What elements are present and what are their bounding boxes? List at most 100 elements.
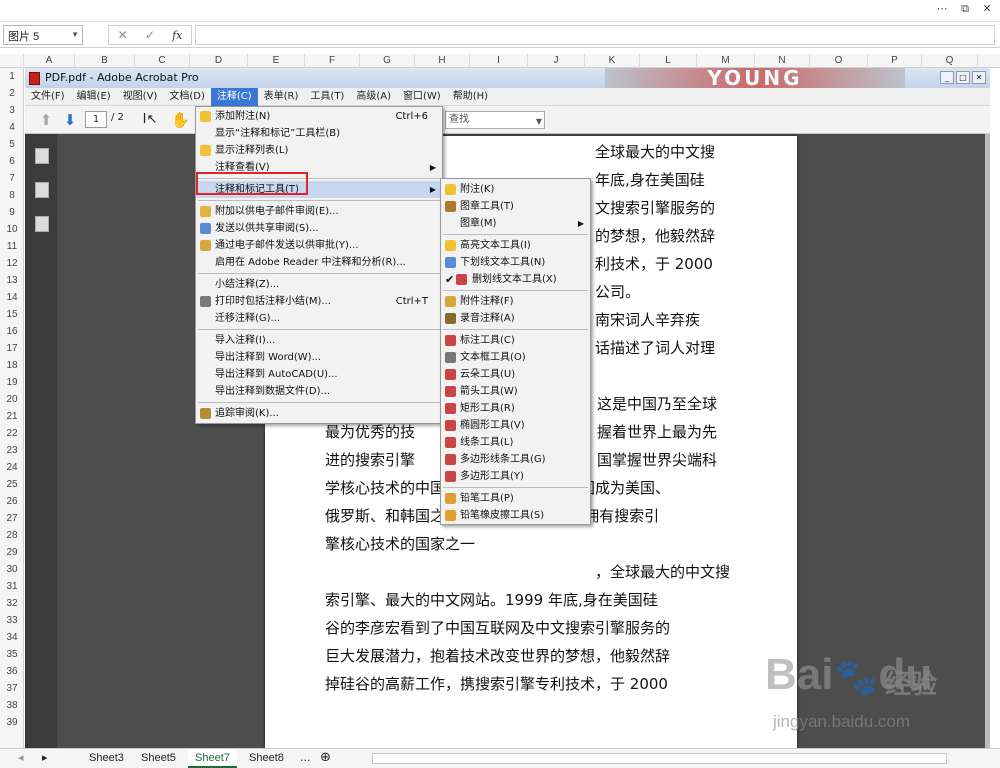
menu-item[interactable]: 帮助(H) — [447, 88, 494, 106]
menu-item[interactable]: 高级(A) — [350, 88, 397, 106]
restore-icon[interactable]: ⧉ — [958, 2, 972, 16]
name-box[interactable]: 图片 5 ▼ — [3, 25, 83, 45]
horizontal-scrollbar[interactable] — [372, 753, 947, 764]
menu-item[interactable]: 文档(D) — [163, 88, 211, 106]
select-tool-icon[interactable]: I↖ — [141, 111, 159, 129]
row-header[interactable]: 29 — [0, 544, 24, 561]
row-header[interactable]: 4 — [0, 119, 24, 136]
markup-tool-item[interactable]: 多边形工具(Y) — [441, 468, 590, 485]
comment-menu-item[interactable]: 附加以供电子邮件审阅(E)... — [196, 203, 442, 220]
comment-menu-item[interactable]: 显示注释列表(L) — [196, 142, 442, 159]
menu-item[interactable]: 视图(V) — [117, 88, 164, 106]
find-input[interactable]: 查找 ▼ — [445, 111, 545, 129]
row-header[interactable]: 35 — [0, 646, 24, 663]
row-header[interactable]: 1 — [0, 68, 24, 85]
column-header[interactable]: C — [135, 54, 190, 68]
markup-tool-item[interactable]: 云朵工具(U) — [441, 366, 590, 383]
markup-tool-item[interactable]: 标注工具(C) — [441, 332, 590, 349]
markup-tool-item[interactable]: 下划线文本工具(N) — [441, 254, 590, 271]
markup-tool-item[interactable]: 铅笔工具(P) — [441, 490, 590, 507]
markup-tool-item[interactable]: 铅笔橡皮擦工具(S) — [441, 507, 590, 524]
row-header[interactable]: 14 — [0, 289, 24, 306]
row-header[interactable]: 27 — [0, 510, 24, 527]
sheet-tab[interactable]: Sheet5 — [134, 749, 183, 768]
markup-tool-item[interactable]: ✔ 删划线文本工具(X) — [441, 271, 590, 288]
column-header[interactable]: H — [415, 54, 470, 68]
page-number-input[interactable]: 1 — [85, 111, 107, 128]
bookmarks-icon[interactable] — [35, 182, 49, 198]
row-header[interactable]: 10 — [0, 221, 24, 238]
comment-menu-item[interactable]: 导出注释到数据文件(D)... — [196, 383, 442, 400]
comment-menu-item[interactable]: 导入注释(I)... — [196, 332, 442, 349]
next-sheet-icon[interactable]: ▸ — [42, 751, 48, 764]
row-header[interactable]: 19 — [0, 374, 24, 391]
markup-tool-item[interactable]: 箭头工具(W) — [441, 383, 590, 400]
select-all-corner[interactable] — [0, 54, 24, 68]
column-header[interactable]: E — [248, 54, 305, 68]
menu-item[interactable]: 文件(F) — [25, 88, 71, 106]
add-sheet-icon[interactable]: ⊕ — [320, 750, 331, 765]
menu-item[interactable]: 窗口(W) — [397, 88, 447, 106]
column-header[interactable]: N — [755, 54, 810, 68]
markup-tool-item[interactable]: 图章(M) ▶ — [441, 215, 590, 232]
column-header[interactable]: Q — [922, 54, 978, 68]
more-icon[interactable]: ⋯ — [935, 2, 949, 16]
markup-tool-item[interactable]: 附件注释(F) — [441, 293, 590, 310]
column-header[interactable]: G — [360, 54, 415, 68]
column-header[interactable]: F — [305, 54, 360, 68]
markup-tool-item[interactable]: 图章工具(T) — [441, 198, 590, 215]
row-header[interactable]: 2 — [0, 85, 24, 102]
sheet-tab[interactable]: Sheet3 — [82, 749, 131, 768]
row-header[interactable]: 13 — [0, 272, 24, 289]
row-header[interactable]: 31 — [0, 578, 24, 595]
comment-menu-item[interactable]: 小结注释(Z)... — [196, 276, 442, 293]
menu-item[interactable]: 表单(R) — [258, 88, 305, 106]
row-header[interactable]: 26 — [0, 493, 24, 510]
menu-item[interactable]: 注释(C) — [210, 88, 258, 106]
row-header[interactable]: 16 — [0, 323, 24, 340]
markup-tool-item[interactable]: 文本框工具(O) — [441, 349, 590, 366]
column-header[interactable]: I — [470, 54, 528, 68]
comment-menu-item[interactable]: 追踪审阅(K)... — [196, 405, 442, 422]
enter-icon[interactable]: ✓ — [145, 28, 155, 42]
row-header[interactable]: 28 — [0, 527, 24, 544]
next-page-icon[interactable]: ⬇ — [61, 111, 79, 129]
previous-page-icon[interactable]: ⬆ — [37, 111, 55, 129]
row-header[interactable]: 37 — [0, 680, 24, 697]
vertical-scrollbar[interactable] — [985, 134, 990, 748]
row-header[interactable]: 24 — [0, 459, 24, 476]
column-header[interactable]: L — [640, 54, 697, 68]
row-header[interactable]: 21 — [0, 408, 24, 425]
formula-input[interactable] — [195, 25, 995, 45]
row-header[interactable]: 5 — [0, 136, 24, 153]
minimize-icon[interactable]: _ — [940, 71, 954, 84]
row-header[interactable]: 9 — [0, 204, 24, 221]
maximize-icon[interactable]: □ — [956, 71, 970, 84]
comment-menu-item[interactable]: 导出注释到 AutoCAD(U)... — [196, 366, 442, 383]
row-header[interactable]: 32 — [0, 595, 24, 612]
markup-tool-item[interactable]: 高亮文本工具(I) — [441, 237, 590, 254]
row-header[interactable]: 8 — [0, 187, 24, 204]
markup-tool-item[interactable]: 线条工具(L) — [441, 434, 590, 451]
hand-tool-icon[interactable]: ✋ — [171, 111, 190, 129]
sheet-tab[interactable]: Sheet7 — [188, 749, 237, 768]
markup-tool-item[interactable]: 椭圆形工具(V) — [441, 417, 590, 434]
cancel-icon[interactable]: ✕ — [118, 28, 128, 42]
comment-menu-item[interactable]: 导出注释到 Word(W)... — [196, 349, 442, 366]
column-header[interactable]: A — [24, 54, 75, 68]
column-header[interactable]: P — [868, 54, 922, 68]
close-window-icon[interactable]: ✕ — [972, 71, 986, 84]
column-header[interactable]: O — [810, 54, 868, 68]
row-header[interactable]: 33 — [0, 612, 24, 629]
row-header[interactable]: 15 — [0, 306, 24, 323]
markup-tool-item[interactable]: 多边形线条工具(G) — [441, 451, 590, 468]
row-header[interactable]: 6 — [0, 153, 24, 170]
row-header[interactable]: 3 — [0, 102, 24, 119]
markup-tool-item[interactable]: 附注(K) — [441, 181, 590, 198]
row-header[interactable]: 7 — [0, 170, 24, 187]
row-header[interactable]: 38 — [0, 697, 24, 714]
row-header[interactable]: 25 — [0, 476, 24, 493]
comment-menu-item[interactable]: 迁移注释(G)... — [196, 310, 442, 327]
column-header[interactable]: J — [528, 54, 585, 68]
signatures-icon[interactable] — [35, 216, 49, 232]
